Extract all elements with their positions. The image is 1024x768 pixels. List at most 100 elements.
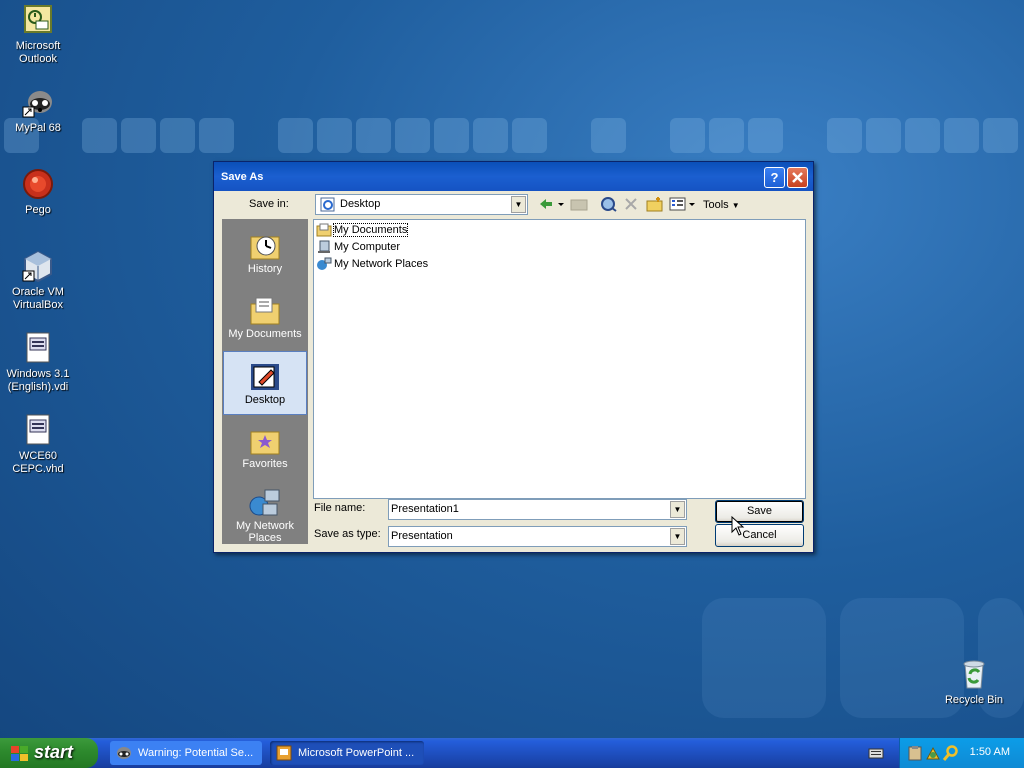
place-favorites[interactable]: Favorites	[223, 416, 307, 480]
views-icon[interactable]	[669, 196, 697, 216]
place-label: Favorites	[242, 458, 288, 470]
bg-tile	[199, 118, 234, 153]
desktop-icon-label: Microsoft Outlook	[15, 40, 61, 65]
bg-tile	[356, 118, 391, 153]
desktop-icon-label: Recycle Bin	[944, 694, 1004, 706]
search-web-icon[interactable]	[600, 196, 618, 216]
desktop-icon-outlook[interactable]: Microsoft Outlook	[0, 4, 76, 66]
start-label: start	[34, 742, 74, 762]
tray-search-icon[interactable]	[942, 745, 959, 764]
place-label: Desktop	[244, 394, 286, 406]
task-label: Microsoft PowerPoint ...	[298, 747, 415, 759]
bg-tile	[317, 118, 352, 153]
raccoon-icon	[22, 86, 54, 118]
bg-tile	[944, 118, 979, 153]
list-item[interactable]: My Documents	[316, 222, 409, 238]
file-name: My Network Places	[334, 258, 429, 270]
desktop-icon-label: Pego	[25, 204, 51, 216]
chevron-down-icon[interactable]: ▼	[670, 501, 685, 518]
chevron-down-icon: ▼	[731, 201, 740, 210]
tray-network-icon[interactable]	[925, 745, 941, 764]
file-name: My Documents	[332, 223, 409, 237]
desktop-icon-wce60-vhd[interactable]: WCE60 CEPC.vhd	[0, 414, 76, 476]
list-item[interactable]: My Computer	[316, 239, 400, 255]
file-list[interactable]: My Documents My Computer My Network Plac…	[313, 219, 806, 499]
task-warning[interactable]: Warning: Potential Se...	[110, 741, 262, 765]
tools-menu[interactable]: Tools ▼	[703, 199, 740, 219]
clock: 1:50 AM	[969, 746, 1010, 758]
desktop-icon-recycle-bin[interactable]: Recycle Bin	[936, 658, 1012, 707]
network-places-icon	[249, 488, 281, 518]
outlook-icon	[22, 4, 54, 36]
bg-tile	[395, 118, 430, 153]
close-icon	[792, 172, 803, 183]
dialog-titlebar[interactable]: Save As ?	[214, 162, 813, 191]
desktop-icon-label: Windows 3.1 (English).vdi	[6, 368, 70, 393]
places-bar: History My Documents Desktop Favorites M…	[222, 219, 308, 544]
place-my-network-places[interactable]: My Network Places	[223, 478, 307, 544]
file-icon	[22, 332, 54, 364]
tools-label: Tools	[703, 199, 729, 211]
favorites-icon	[249, 426, 281, 456]
save-as-type-dropdown[interactable]: Presentation ▼	[388, 526, 687, 547]
desktop-icon	[249, 362, 281, 392]
up-folder-icon[interactable]	[570, 197, 588, 217]
delete-icon[interactable]	[624, 197, 638, 217]
cancel-button[interactable]: Cancel	[715, 524, 804, 547]
desktop-icon-virtualbox[interactable]: Oracle VM VirtualBox	[0, 250, 76, 312]
background-tiles	[0, 118, 1024, 154]
windows-logo-icon	[10, 745, 30, 768]
bg-tile	[160, 118, 195, 153]
new-folder-icon[interactable]	[646, 196, 664, 216]
taskbar: start Warning: Potential Se... Microsoft…	[0, 738, 1024, 768]
place-label: My Documents	[228, 328, 302, 340]
save-in-dropdown[interactable]: Desktop ▼	[315, 194, 528, 215]
save-as-type-value: Presentation	[391, 530, 453, 542]
place-label: My Network Places	[235, 520, 295, 544]
folder-icon	[316, 223, 332, 237]
list-item[interactable]: My Network Places	[316, 256, 428, 272]
chevron-down-icon[interactable]: ▼	[511, 196, 526, 213]
history-icon	[249, 231, 281, 261]
task-powerpoint[interactable]: Microsoft PowerPoint ...	[270, 741, 424, 765]
bg-tile	[82, 118, 117, 153]
place-history[interactable]: History	[223, 221, 307, 285]
file-name-value: Presentation1	[391, 503, 459, 515]
powerpoint-icon	[276, 745, 292, 761]
chevron-down-icon[interactable]: ▼	[670, 528, 685, 545]
computer-icon	[316, 240, 332, 254]
place-desktop[interactable]: Desktop	[223, 351, 307, 415]
bg-tile	[670, 118, 705, 153]
desktop-icon-label: WCE60 CEPC.vhd	[12, 450, 64, 475]
place-label: History	[247, 263, 283, 275]
network-icon	[316, 257, 332, 271]
bg-big-tile	[702, 598, 826, 718]
file-name: My Computer	[334, 241, 401, 253]
close-button[interactable]	[787, 167, 808, 188]
bg-tile	[983, 118, 1018, 153]
recycle-bin-icon	[958, 658, 990, 690]
back-icon[interactable]	[538, 196, 566, 216]
tray-clipboard-icon[interactable]	[907, 745, 923, 764]
file-name-field[interactable]: Presentation1 ▼	[388, 499, 687, 520]
bg-tile	[434, 118, 469, 153]
start-button[interactable]: start	[0, 738, 98, 768]
bg-tile	[121, 118, 156, 153]
desktop-icon-label: MyPal 68	[15, 122, 61, 134]
desktop-icon-win31-vdi[interactable]: Windows 3.1 (English).vdi	[0, 332, 76, 394]
bg-tile	[748, 118, 783, 153]
dialog-title: Save As	[221, 171, 264, 183]
file-icon	[22, 414, 54, 446]
save-button[interactable]: Save	[715, 500, 804, 523]
desktop-icon-mypal[interactable]: MyPal 68	[0, 86, 76, 135]
help-button[interactable]: ?	[764, 167, 785, 188]
bg-tile	[905, 118, 940, 153]
save-as-type-label: Save as type:	[314, 528, 381, 540]
bg-tile	[866, 118, 901, 153]
raccoon-icon	[116, 745, 132, 761]
my-documents-icon	[249, 296, 281, 326]
desktop-icon-pego[interactable]: Pego	[0, 168, 76, 217]
bg-tile	[473, 118, 508, 153]
place-my-documents[interactable]: My Documents	[223, 286, 307, 350]
keyboard-icon[interactable]	[868, 746, 884, 763]
